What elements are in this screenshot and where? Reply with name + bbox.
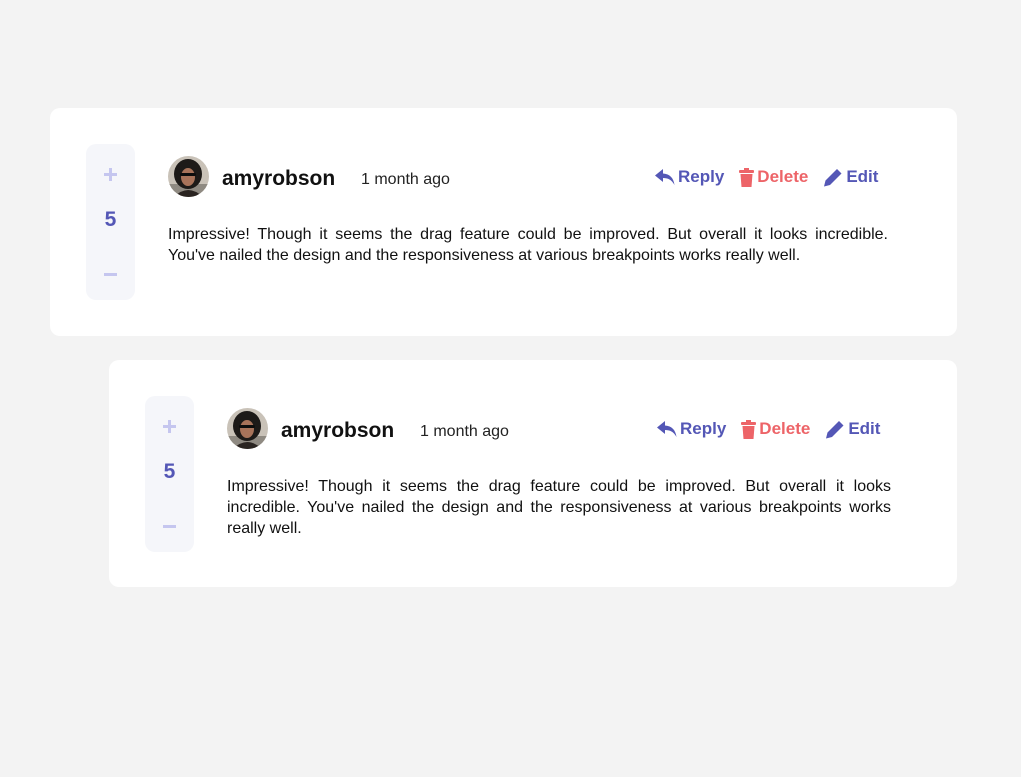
vote-panel: 5 bbox=[145, 396, 194, 552]
delete-label: Delete bbox=[759, 419, 811, 438]
edit-button[interactable]: Edit bbox=[823, 166, 878, 188]
comment-card: 5 amyrobson 1 month ago Reply Delete Edi… bbox=[50, 108, 957, 336]
delete-label: Delete bbox=[757, 167, 809, 186]
comment-card: 5 amyrobson 1 month ago Reply Delete Edi… bbox=[109, 360, 957, 587]
minus-icon bbox=[163, 525, 176, 528]
reply-button[interactable]: Reply bbox=[657, 418, 726, 440]
comment-text: Impressive! Though it seems the drag fea… bbox=[168, 226, 888, 264]
comment-actions: Reply Delete Edit bbox=[657, 418, 880, 440]
trash-icon bbox=[739, 167, 755, 187]
upvote-button[interactable] bbox=[145, 411, 194, 441]
plus-icon bbox=[104, 167, 117, 181]
trash-icon bbox=[741, 419, 757, 439]
avatar bbox=[168, 156, 209, 197]
reply-icon bbox=[657, 420, 677, 437]
reply-label: Reply bbox=[680, 419, 727, 438]
reply-icon bbox=[655, 168, 675, 185]
avatar bbox=[227, 408, 268, 449]
upvote-button[interactable] bbox=[86, 159, 135, 189]
delete-button[interactable]: Delete bbox=[741, 418, 810, 440]
plus-icon bbox=[163, 419, 176, 433]
timestamp: 1 month ago bbox=[420, 423, 509, 440]
downvote-button[interactable] bbox=[86, 260, 135, 290]
score-count: 5 bbox=[163, 460, 176, 483]
username[interactable]: amyrobson bbox=[281, 418, 394, 444]
delete-button[interactable]: Delete bbox=[739, 166, 808, 188]
reply-button[interactable]: Reply bbox=[655, 166, 724, 188]
comment-text: Impressive! Though it seems the drag fea… bbox=[227, 478, 891, 537]
edit-label: Edit bbox=[846, 167, 879, 186]
comment-actions: Reply Delete Edit bbox=[655, 166, 878, 188]
downvote-button[interactable] bbox=[145, 512, 194, 542]
edit-label: Edit bbox=[848, 419, 881, 438]
pencil-icon bbox=[824, 168, 842, 186]
username[interactable]: amyrobson bbox=[222, 166, 335, 192]
minus-icon bbox=[104, 273, 117, 276]
edit-button[interactable]: Edit bbox=[825, 418, 880, 440]
reply-label: Reply bbox=[678, 167, 725, 186]
vote-panel: 5 bbox=[86, 144, 135, 300]
pencil-icon bbox=[826, 420, 844, 438]
score-count: 5 bbox=[104, 208, 117, 231]
timestamp: 1 month ago bbox=[361, 171, 450, 188]
